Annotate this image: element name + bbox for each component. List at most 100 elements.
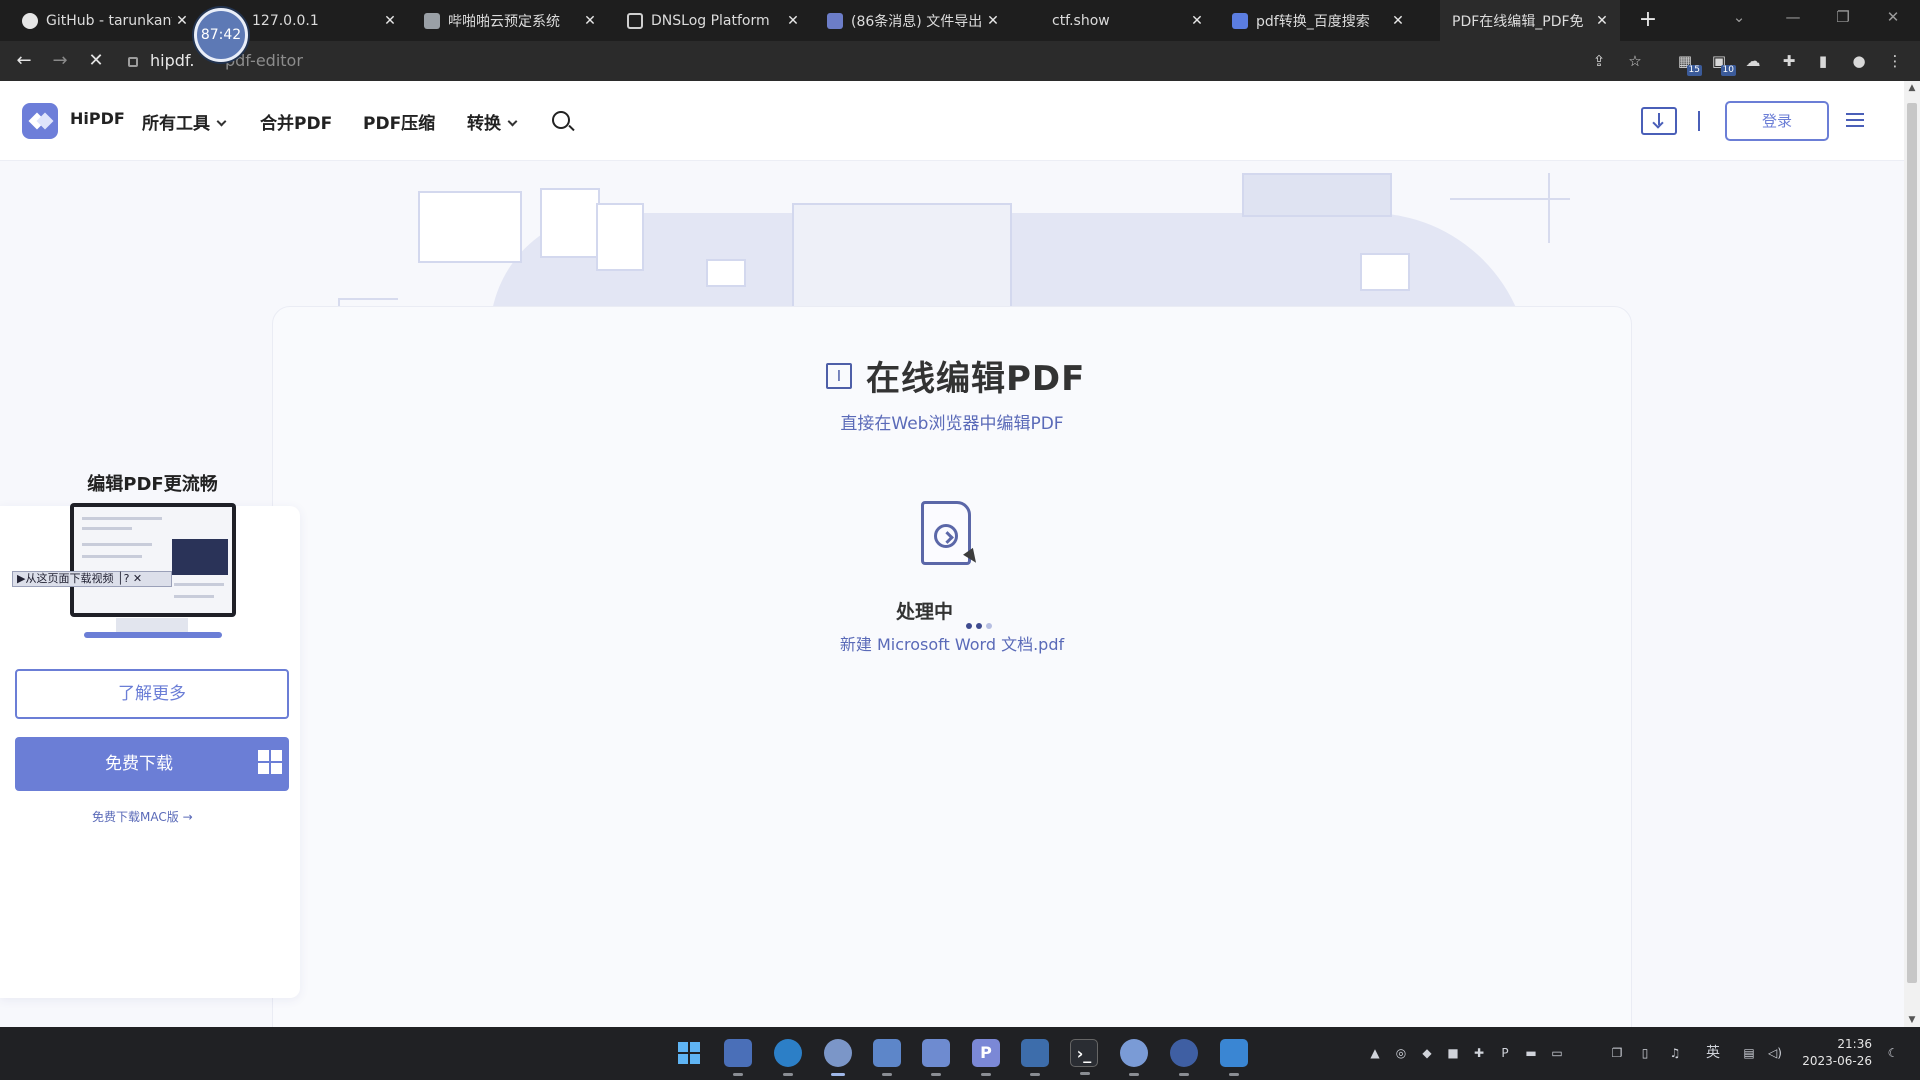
tab-label: (86条消息) 文件导出 <box>851 13 983 30</box>
tab-hipdf[interactable]: PDF在线编辑_PDF免 ✕ <box>1440 0 1620 41</box>
tab-search-icon[interactable]: ⌄ <box>1724 8 1754 26</box>
nav-convert[interactable]: 转换 <box>467 109 518 134</box>
tray-app-icon[interactable]: ▲ <box>1366 1044 1384 1062</box>
cloud-icon[interactable] <box>1120 1039 1148 1076</box>
close-window-button[interactable]: ✕ <box>1878 8 1908 26</box>
tray-display-icon[interactable]: ▬ <box>1522 1044 1540 1062</box>
tray-app-icon[interactable]: ■ <box>1444 1044 1462 1062</box>
free-download-label: 免费下载 <box>105 754 173 774</box>
puzzle-extensions-icon[interactable]: ✚ <box>1778 50 1800 72</box>
tray-battery-icon[interactable]: ▯ <box>1636 1044 1654 1062</box>
tab-label: ctf.show <box>1052 12 1110 29</box>
back-icon[interactable]: ← <box>10 49 38 73</box>
stop-loading-icon[interactable]: ✕ <box>82 49 110 73</box>
ime-indicator[interactable]: 英 <box>1704 1044 1722 1062</box>
decor-image-frame <box>1360 253 1410 291</box>
scrollbar-thumb[interactable] <box>1907 103 1917 983</box>
mac-download-link[interactable]: 免费下载MAC版 → <box>92 808 193 825</box>
tray-copy-icon[interactable]: ❐ <box>1608 1044 1626 1062</box>
chrome-icon[interactable] <box>824 1039 852 1076</box>
page-scrollbar[interactable]: ▲ ▼ <box>1904 81 1920 1027</box>
tab-github[interactable]: GitHub - tarunkant ✕ <box>10 0 200 41</box>
notification-icon[interactable]: ☾ <box>1884 1044 1902 1062</box>
nav-label: 合并PDF <box>260 114 333 134</box>
login-button[interactable]: 登录 <box>1725 101 1829 141</box>
bird-icon[interactable] <box>1021 1039 1049 1076</box>
app-icon[interactable] <box>873 1039 901 1076</box>
tab-ctfshow[interactable]: ctf.show ✕ <box>1040 0 1215 41</box>
tray-chat-icon[interactable]: ▭ <box>1548 1044 1566 1062</box>
address-host: hipdf. <box>150 51 195 70</box>
close-tab-icon[interactable]: ✕ <box>1592 13 1612 29</box>
free-download-button[interactable]: 免费下载 <box>15 737 289 791</box>
brand-name[interactable]: HiPDF <box>70 109 125 128</box>
nav-label: 所有工具 <box>142 114 210 134</box>
p-app-icon[interactable]: P <box>972 1039 1000 1076</box>
close-tab-icon[interactable]: ✕ <box>580 13 600 29</box>
close-tab-icon[interactable]: ✕ <box>380 13 400 29</box>
minimize-button[interactable]: — <box>1778 8 1808 26</box>
close-tab-icon[interactable]: ✕ <box>172 13 192 29</box>
site-header: HiPDF 所有工具 合并PDF PDF压缩 转换 登录 <box>0 81 1904 161</box>
address-bar[interactable]: hipdf. pdf-editor <box>128 47 1578 75</box>
sidepanel-icon[interactable]: ▮ <box>1812 50 1834 72</box>
tray-p-icon[interactable]: P <box>1496 1044 1514 1062</box>
decor-line <box>1450 198 1570 200</box>
edit-text-icon: I <box>826 363 852 389</box>
volume-icon[interactable]: ◁) <box>1766 1044 1784 1062</box>
steam-icon[interactable] <box>1170 1039 1198 1076</box>
windows-start-icon[interactable] <box>675 1039 703 1067</box>
extension-icon[interactable]: ▣ 10 <box>1708 50 1736 76</box>
decor-zip-doc <box>540 188 600 258</box>
scroll-up-icon[interactable]: ▲ <box>1904 83 1920 93</box>
edge-icon[interactable] <box>774 1039 802 1076</box>
photos-icon[interactable] <box>922 1039 950 1076</box>
extension-icon[interactable]: ▦ 15 <box>1674 50 1702 76</box>
desktop-download-icon[interactable] <box>1641 107 1677 135</box>
tray-app-icon[interactable]: ✚ <box>1470 1044 1488 1062</box>
learn-more-button[interactable]: 了解更多 <box>15 669 289 719</box>
terminal-icon[interactable]: ›_ <box>1070 1039 1098 1075</box>
bookmark-star-icon[interactable]: ☆ <box>1624 50 1646 72</box>
windows-icon <box>258 750 282 774</box>
forward-icon[interactable]: → <box>46 49 74 73</box>
page-subtitle: 直接在Web浏览器中编辑PDF <box>840 414 1064 434</box>
vscode-icon[interactable] <box>1220 1039 1248 1076</box>
restore-button[interactable]: ❐ <box>1828 8 1858 26</box>
nav-all-tools[interactable]: 所有工具 <box>142 109 227 134</box>
tray-app-icon[interactable]: ◎ <box>1392 1044 1410 1062</box>
system-clock[interactable]: 21:36 2023-06-26 <box>1800 1036 1872 1070</box>
tab-csdn[interactable]: (86条消息) 文件导出 ✕ <box>815 0 1011 41</box>
new-tab-button[interactable]: + <box>1634 6 1662 34</box>
tab-booking[interactable]: 哔啪啪云预定系统 ✕ <box>412 0 608 41</box>
nav-merge-pdf[interactable]: 合并PDF <box>260 109 332 134</box>
tab-localhost[interactable]: 127.0.0.1 ✕ <box>240 0 408 41</box>
share-icon[interactable]: ⇪ <box>1588 50 1610 72</box>
video-download-toolbar[interactable]: ▶从这页面下载视频 │? ✕ <box>12 571 172 587</box>
close-tab-icon[interactable]: ✕ <box>783 13 803 29</box>
file-explorer-icon[interactable] <box>724 1039 752 1076</box>
decor-line <box>1548 173 1550 243</box>
network-icon[interactable]: ▤ <box>1740 1044 1758 1062</box>
tray-shield-icon[interactable]: ◆ <box>1418 1044 1436 1062</box>
hipdf-logo-icon[interactable] <box>22 103 58 139</box>
nav-compress-pdf[interactable]: PDF压缩 <box>363 109 435 134</box>
microphone-icon[interactable]: ♫ <box>1666 1044 1684 1062</box>
decor-media-window <box>792 203 1012 313</box>
close-tab-icon[interactable]: ✕ <box>1187 13 1207 29</box>
close-tab-icon[interactable]: ✕ <box>983 13 1003 29</box>
nav-label: 转换 <box>467 114 501 134</box>
tab-baidu[interactable]: pdf转换_百度搜索 ✕ <box>1220 0 1416 41</box>
profile-icon[interactable]: ● <box>1848 50 1870 72</box>
timer-badge[interactable]: 87:42 <box>194 8 248 62</box>
tab-dnslog[interactable]: DNSLog Platform ✕ <box>615 0 811 41</box>
extension-icon[interactable]: ☁ <box>1742 50 1764 72</box>
hamburger-menu-icon[interactable] <box>1846 113 1864 115</box>
browser-menu-icon[interactable]: ⋮ <box>1884 50 1906 72</box>
file-icon <box>627 12 643 29</box>
nav-label: PDF压缩 <box>363 114 436 134</box>
search-icon[interactable] <box>552 111 570 129</box>
close-tab-icon[interactable]: ✕ <box>1388 13 1408 29</box>
tab-label: DNSLog Platform <box>651 12 770 29</box>
scroll-down-icon[interactable]: ▼ <box>1904 1015 1920 1025</box>
